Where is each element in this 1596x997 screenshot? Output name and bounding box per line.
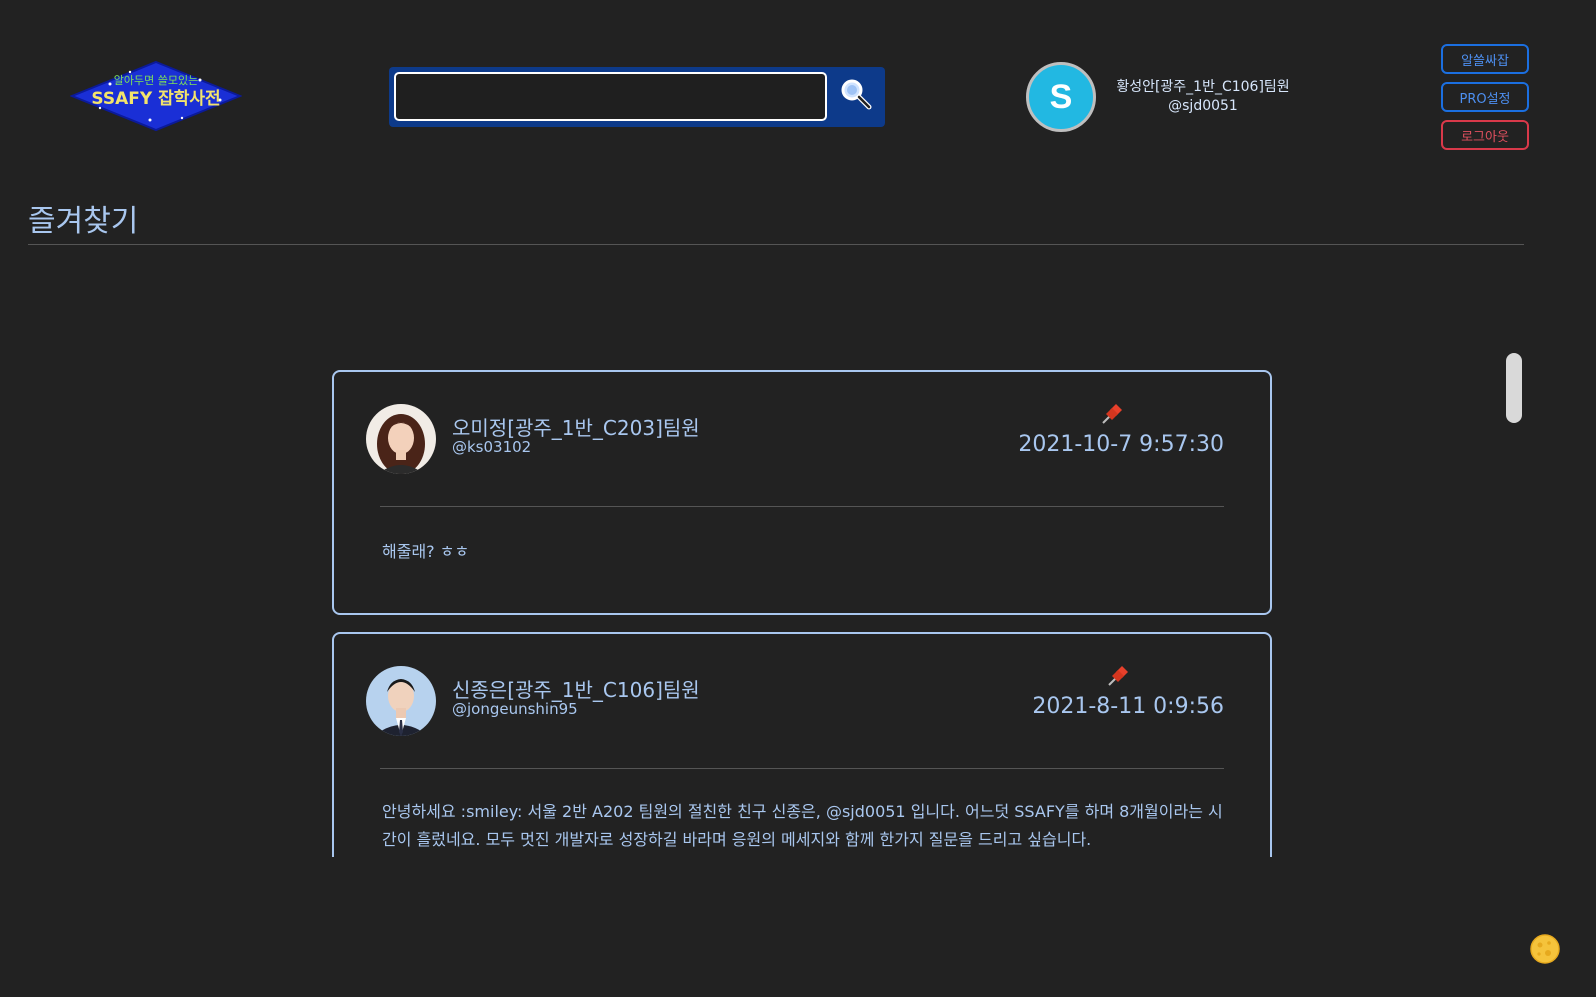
bookmarks-page: 알아두면 쓸모있는 SSAFY 잡학사전 S 황성안[광주_1반_C106]팀원… [0, 0, 1596, 997]
title-divider [28, 244, 1524, 245]
card-divider [380, 506, 1224, 507]
author-handle: @ks03102 [452, 438, 532, 456]
bookmark-list: 오미정[광주_1반_C203]팀원 @ks03102 2021-10-7 9:5… [330, 368, 1274, 857]
pro-settings-button[interactable]: PRO설정 [1441, 82, 1529, 112]
profile-name: 황성안[광주_1반_C106]팀원 [1116, 79, 1290, 95]
bookmark-body: 안녕하세요 :smiley: 서울 2반 A202 팀원의 절친한 친구 신종은… [382, 802, 1223, 849]
card-divider [380, 768, 1224, 769]
profile-avatar[interactable]: S [1026, 62, 1096, 132]
author-name: 신종은[광주_1반_C106]팀원 [452, 678, 700, 702]
moon-icon [1530, 934, 1560, 964]
logo-tagline: 알아두면 쓸모있는 [114, 73, 198, 87]
bookmark-card[interactable]: 오미정[광주_1반_C203]팀원 @ks03102 2021-10-7 9:5… [332, 370, 1272, 615]
author-handle: @jongeunshin95 [452, 700, 578, 718]
author-avatar[interactable] [366, 666, 436, 736]
profile-handle: @sjd0051 [1168, 98, 1238, 114]
theme-toggle-button[interactable] [1530, 934, 1560, 964]
scrollbar-thumb[interactable] [1506, 353, 1522, 423]
search-bar [389, 67, 885, 127]
logout-button[interactable]: 로그아웃 [1441, 120, 1529, 150]
bookmark-card[interactable]: 신종은[광주_1반_C106]팀원 @jongeunshin95 2021-8-… [332, 632, 1272, 857]
author-avatar[interactable] [366, 404, 436, 474]
page-title: 즐겨찾기 [28, 204, 139, 239]
ssafy-logo[interactable]: 알아두면 쓸모있는 SSAFY 잡학사전 [69, 60, 243, 132]
logo-brand: SSAFY 잡학사전 [91, 89, 220, 109]
search-button[interactable] [835, 75, 877, 115]
alssal-button[interactable]: 알쓸싸잡 [1441, 44, 1529, 74]
search-icon [841, 79, 872, 109]
bookmark-date: 2021-10-7 9:57:30 [1018, 432, 1224, 457]
search-input[interactable] [394, 72, 827, 121]
author-name: 오미정[광주_1반_C203]팀원 [452, 416, 700, 440]
bookmark-date: 2021-8-11 0:9:56 [1032, 694, 1224, 719]
bookmark-body: 해줄래? ㅎㅎ [382, 542, 470, 561]
pushpin-icon[interactable] [1100, 402, 1124, 426]
pushpin-icon[interactable] [1106, 664, 1130, 688]
